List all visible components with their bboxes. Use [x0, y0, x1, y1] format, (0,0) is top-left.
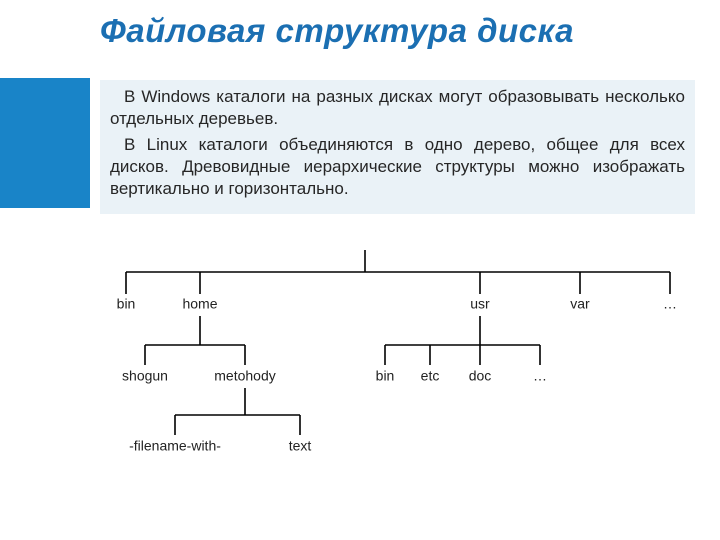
tree-node-shogun: shogun [122, 367, 168, 383]
tree-node-file1: -filename-with- [129, 437, 221, 453]
tree-node-bin: bin [117, 295, 136, 311]
tree-node-metohody: metohody [214, 367, 275, 383]
tree-node-usr-bin: bin [376, 367, 395, 383]
paragraph-windows: В Windows каталоги на разных дисках могу… [110, 86, 685, 130]
paragraph-linux: В Linux каталоги объединяются в одно дер… [110, 134, 685, 200]
tree-diagram: bin home usr var … shogun metohody -file… [100, 250, 700, 510]
tree-node-usr-doc: doc [469, 367, 492, 383]
tree-node-file2: text [289, 437, 312, 453]
slide-title: Файловая структура диска [100, 12, 700, 50]
body-text-block: В Windows каталоги на разных дисках могу… [100, 80, 695, 214]
tree-node-var: var [570, 295, 590, 311]
tree-node-home: home [182, 295, 217, 311]
tree-node-usr-etc: etc [421, 367, 440, 383]
tree-node-usr: usr [470, 295, 490, 311]
tree-node-usr-dots: … [533, 367, 547, 383]
tree-node-dots: … [663, 295, 677, 311]
side-accent-rect [0, 78, 90, 208]
